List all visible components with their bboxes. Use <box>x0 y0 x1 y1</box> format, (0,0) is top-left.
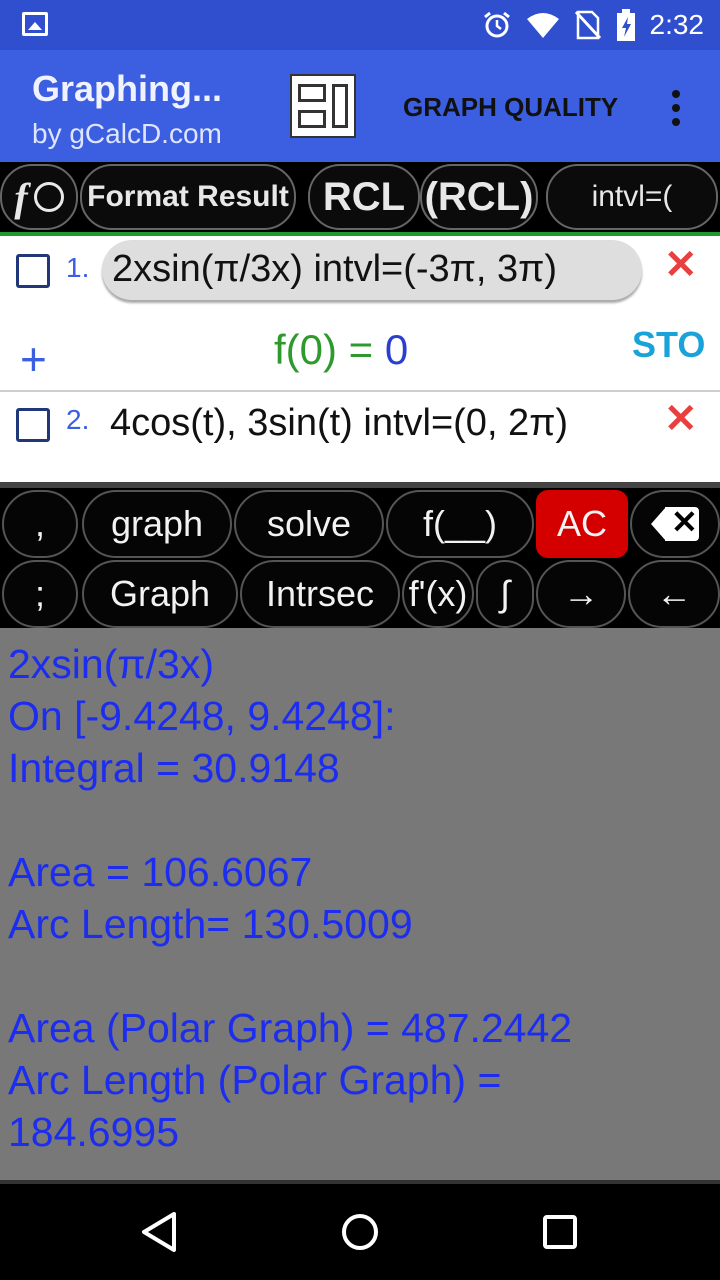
ac-key[interactable]: AC <box>536 490 628 558</box>
status-time: 2:32 <box>649 9 705 40</box>
result-line <box>8 950 712 1002</box>
result-line: 184.6995 <box>8 1109 180 1155</box>
result-line: Arc Length (Polar Graph) = <box>8 1057 502 1103</box>
backspace-key[interactable]: ✕ <box>630 490 720 558</box>
graph-key[interactable]: graph <box>82 490 232 558</box>
result-line: Area (Polar Graph) = 487.2442 <box>8 1005 573 1051</box>
result-line: Arc Length= 130.5009 <box>8 901 413 947</box>
derivative-key[interactable]: f'(x) <box>402 560 474 628</box>
function-toggle-button[interactable]: f <box>0 164 78 230</box>
app-subtitle: by gCalcD.com <box>32 118 222 149</box>
function-2-checkbox[interactable] <box>16 408 50 442</box>
function-1-number: 1. <box>66 252 90 283</box>
status-bar: 2:32 <box>0 0 720 50</box>
right-arrow-key[interactable]: → <box>536 560 626 628</box>
wifi-icon <box>526 13 559 38</box>
recents-icon[interactable] <box>538 1210 582 1254</box>
result-line <box>8 794 712 846</box>
comma-key[interactable]: , <box>2 490 78 558</box>
function-toolbar: f Format Result RCL (RCL) intvl=( <box>0 162 720 236</box>
layout-icon-part <box>298 110 326 128</box>
rcl-button[interactable]: RCL <box>308 164 420 230</box>
evaluation-result: f(0) = 0 <box>274 326 408 374</box>
semicolon-key[interactable]: ; <box>2 560 78 628</box>
function-2-expression[interactable]: 4cos(t), 3sin(t) intvl=(0, 2π) <box>110 402 568 445</box>
results-panel: 2xsin(π/3x) On [-9.4248, 9.4248]: Integr… <box>0 628 720 1180</box>
status-icons: 2:32 <box>482 8 705 42</box>
divider <box>0 390 720 392</box>
app-screen: 2:32 Graphing... by gCalcD.com GRAPH QUA… <box>0 0 720 1280</box>
format-result-button[interactable]: Format Result <box>80 164 296 230</box>
result-line: Area = 106.6067 <box>8 849 313 895</box>
function-list: 1. 2xsin(π/3x) intvl=(-3π, 3π) ✕ + f(0) … <box>0 236 720 482</box>
result-line: Integral = 30.9148 <box>8 745 340 791</box>
alarm-icon <box>483 11 510 38</box>
intersect-key[interactable]: Intrsec <box>240 560 400 628</box>
evaluation-value: 0 <box>384 326 409 373</box>
layout-icon-part <box>332 84 348 128</box>
result-line: On [-9.4248, 9.4248]: <box>8 693 396 739</box>
function-1-checkbox[interactable] <box>16 254 50 288</box>
keypad: , graph solve f(__) AC ✕ ; Graph Intrsec… <box>0 482 720 628</box>
function-1-expression[interactable]: 2xsin(π/3x) intvl=(-3π, 3π) <box>112 248 557 291</box>
home-icon[interactable] <box>338 1210 382 1254</box>
layout-icon <box>298 84 326 102</box>
left-arrow-key[interactable]: ← <box>628 560 720 628</box>
overflow-menu-icon[interactable] <box>664 88 688 128</box>
result-line: 2xsin(π/3x) <box>8 641 215 687</box>
app-bar: Graphing... by gCalcD.com GRAPH QUALITY <box>0 50 720 162</box>
circle-icon <box>33 182 64 212</box>
function-2-number: 2. <box>66 404 90 435</box>
back-icon[interactable] <box>138 1210 182 1254</box>
add-function-icon[interactable]: + <box>20 332 47 386</box>
function-key[interactable]: f(__) <box>386 490 534 558</box>
solve-key[interactable]: solve <box>234 490 384 558</box>
image-icon <box>22 12 48 36</box>
f-label: f <box>14 174 28 220</box>
paren-rcl-button[interactable]: (RCL) <box>420 164 538 230</box>
sto-button[interactable]: STO <box>632 324 705 366</box>
graph-quality-button[interactable]: GRAPH QUALITY <box>403 92 618 123</box>
navigation-bar <box>0 1180 720 1280</box>
function-2-delete-icon[interactable]: ✕ <box>664 396 698 442</box>
integral-key[interactable]: ∫ <box>476 560 534 628</box>
graph-capital-key[interactable]: Graph <box>82 560 238 628</box>
backspace-icon: ✕ <box>651 504 699 541</box>
no-sim-icon <box>574 10 601 40</box>
app-title: Graphing... <box>32 68 223 109</box>
evaluation-prefix: f(0) = <box>274 326 385 373</box>
function-1-delete-icon[interactable]: ✕ <box>664 242 698 288</box>
intvl-button[interactable]: intvl=( <box>546 164 718 230</box>
battery-charging-icon <box>616 9 635 41</box>
layout-toggle-button[interactable] <box>290 74 356 138</box>
